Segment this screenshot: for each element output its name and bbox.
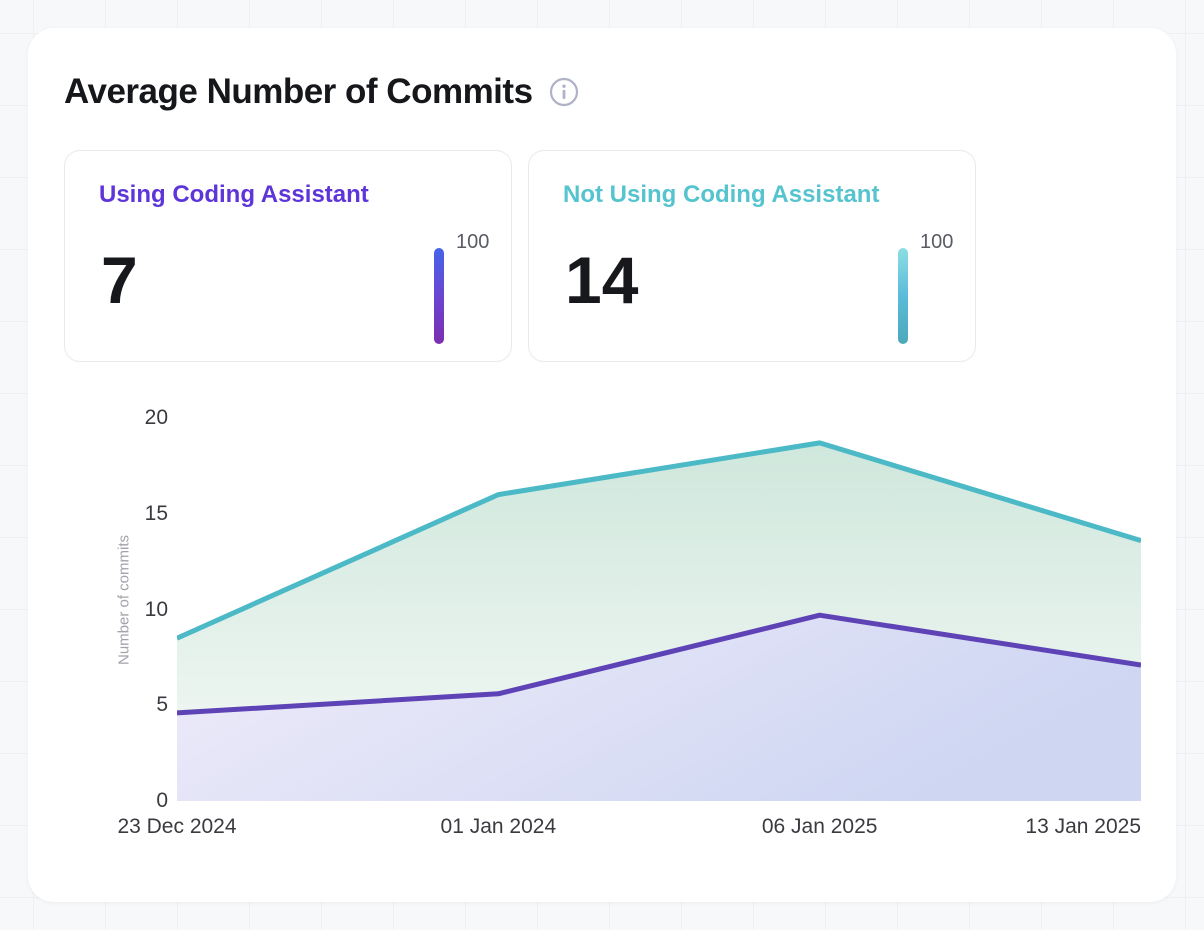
stat-scale-label: 100 [456, 231, 489, 254]
stat-value: 14 [565, 247, 638, 313]
stat-scale-bar [434, 248, 444, 344]
dashboard-card: Average Number of Commits Using Coding A… [28, 28, 1176, 902]
y-axis-ticks: 0 5 10 15 20 [28, 28, 168, 902]
stats-row: Using Coding Assistant 7 100 Not Using C… [64, 150, 976, 362]
y-tick-label: 5 [28, 692, 168, 718]
y-tick-label: 10 [28, 597, 168, 623]
x-tick-label: 01 Jan 2024 [441, 812, 557, 842]
page-background: { "header": { "title": "Average Number o… [0, 0, 1204, 930]
x-tick-label: 13 Jan 2025 [1025, 812, 1141, 842]
y-tick-label: 20 [28, 405, 168, 431]
stat-label: Not Using Coding Assistant [563, 181, 879, 209]
x-axis-ticks: 23 Dec 2024 01 Jan 2024 06 Jan 2025 13 Jan … [28, 812, 1176, 842]
y-tick-label: 0 [28, 788, 168, 814]
stat-scale-bar [898, 248, 908, 344]
stat-scale-label: 100 [920, 231, 953, 254]
y-tick-label: 15 [28, 501, 168, 527]
x-tick-label: 06 Jan 2025 [762, 812, 878, 842]
area-chart-plot[interactable] [177, 410, 1141, 801]
info-icon[interactable] [549, 77, 579, 107]
stat-card-not-using: Not Using Coding Assistant 14 100 [528, 150, 976, 362]
x-tick-label: 23 Dec 2024 [117, 812, 236, 842]
